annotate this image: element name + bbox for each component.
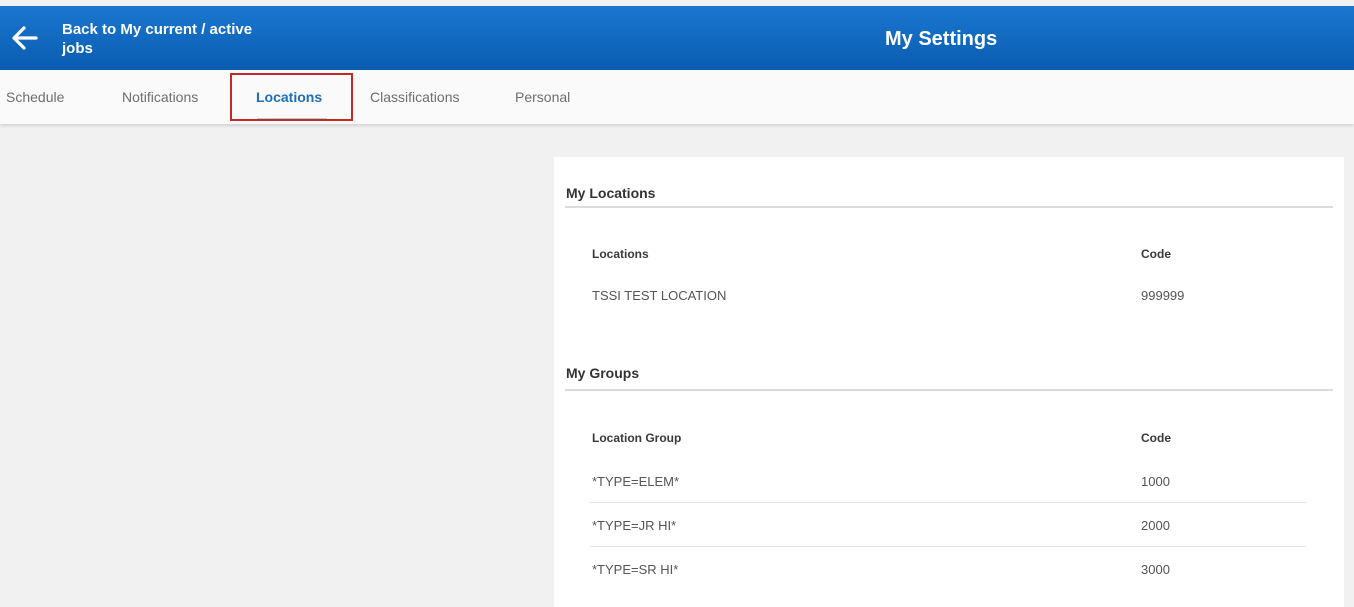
tab-schedule[interactable]: Schedule (6, 70, 64, 124)
row-divider (590, 546, 1306, 547)
row-divider (590, 502, 1306, 503)
tab-personal[interactable]: Personal (515, 70, 570, 124)
back-arrow-icon[interactable] (10, 24, 40, 52)
page-title: My Settings (885, 28, 998, 50)
locations-column-header: Locations (592, 247, 649, 261)
location-name: TSSI TEST LOCATION (592, 288, 727, 303)
group-code: 1000 (1141, 474, 1170, 489)
group-name: *TYPE=SR HI* (592, 562, 679, 577)
back-link[interactable]: Back to My current / active jobs (62, 20, 262, 58)
header-bar: Back to My current / active jobs My Sett… (0, 6, 1354, 70)
section-divider (565, 206, 1333, 208)
location-group-column-header: Location Group (592, 431, 682, 445)
tab-classifications[interactable]: Classifications (370, 70, 459, 124)
my-locations-title: My Locations (566, 185, 656, 201)
group-code-column-header: Code (1141, 431, 1171, 445)
code-column-header: Code (1141, 247, 1171, 261)
group-code: 3000 (1141, 562, 1170, 577)
group-code: 2000 (1141, 518, 1170, 533)
location-code: 999999 (1141, 288, 1185, 303)
tab-bar: Schedule Notifications Locations Classif… (0, 70, 1354, 124)
my-groups-title: My Groups (566, 365, 640, 381)
tab-notifications[interactable]: Notifications (122, 70, 198, 124)
settings-panel: My Locations Locations Code TSSI TEST LO… (554, 157, 1344, 607)
section-divider (565, 389, 1333, 391)
group-name: *TYPE=JR HI* (592, 518, 677, 533)
group-name: *TYPE=ELEM* (592, 474, 680, 489)
tab-highlight-box (230, 73, 353, 121)
